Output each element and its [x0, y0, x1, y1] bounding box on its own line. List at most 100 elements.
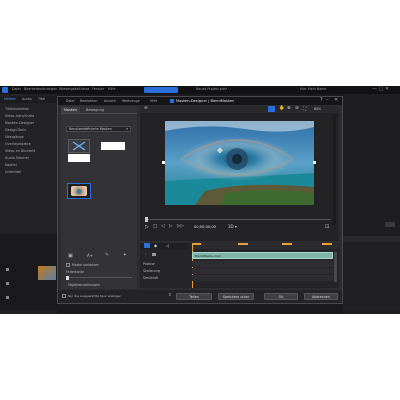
keyframe-lane[interactable] — [192, 275, 333, 281]
app-timeline-tracks — [343, 244, 400, 310]
sidebar-item[interactable]: Titelbibliothek — [5, 106, 29, 112]
preview-canvas[interactable]: ✥ — [165, 121, 314, 205]
menu-help[interactable]: Hilfe — [108, 87, 116, 91]
mask-settings-panel: Masken Bewegung Benutzerdefinierte Maske… — [61, 106, 137, 289]
menu-tools[interactable]: Extras — [79, 87, 89, 91]
add-keyframe-icon[interactable] — [144, 243, 150, 248]
edit-mode-button[interactable] — [144, 87, 178, 93]
mask-preset-bar[interactable] — [101, 142, 125, 150]
mask-clip[interactable]: BlendMaske.mp4 — [192, 252, 333, 259]
display-mode-icon[interactable]: 3D ▾ — [228, 224, 237, 229]
preview-horizontal-slider[interactable] — [145, 217, 331, 222]
app-logo-icon — [2, 87, 8, 93]
track-lock-icon[interactable] — [6, 268, 9, 271]
preview-vertical-scrollbar[interactable] — [333, 115, 336, 225]
mask-preset-white-rect[interactable] — [68, 154, 90, 162]
menu-playback[interactable]: Wiedergabe — [59, 87, 79, 91]
object-settings-header[interactable] — [61, 287, 137, 289]
panel-tabs: Masken Bewegung — [61, 107, 137, 114]
zoom-value[interactable]: 80% — [314, 107, 321, 111]
zoom-in-icon[interactable]: ⊕ — [287, 106, 291, 111]
feather-slider-handle[interactable] — [66, 275, 69, 280]
fit-view-icon[interactable]: ⛶ — [303, 106, 306, 112]
invert-mask-checkbox[interactable] — [66, 263, 70, 267]
remove-keyframe-icon[interactable]: ◆ — [154, 243, 157, 248]
dialog-menu-help[interactable]: Hilfe — [150, 99, 157, 103]
prev-keyframe-icon[interactable]: ◁ — [166, 243, 169, 248]
sidebar-item[interactable]: Untertitel — [5, 169, 21, 175]
brush-mask-icon[interactable]: ✎ — [105, 253, 109, 258]
sidebar-item[interactable]: Overlayobjekte — [5, 141, 31, 147]
sidebar-item[interactable]: Masken-Designer — [5, 120, 34, 126]
keyframe-lane[interactable] — [192, 261, 333, 267]
dialog-menu-tools[interactable]: Werkzeuge — [122, 99, 140, 103]
cancel-button[interactable]: Abbrechen — [304, 293, 338, 300]
zoom-out-icon[interactable]: ⊖ — [295, 106, 299, 111]
keyframe-lane[interactable] — [192, 268, 333, 274]
dialog-menu-edit[interactable]: Bearbeiten — [80, 99, 98, 103]
menu-file[interactable]: Datei — [12, 87, 21, 91]
dialog-menu-file[interactable]: Datei — [66, 99, 75, 103]
dialog-minimize-icon[interactable]: – — [326, 97, 329, 103]
save-as-button[interactable]: Speichern unter — [218, 293, 254, 300]
tab-motion[interactable]: Bewegung — [83, 107, 107, 113]
dialog-menu-view[interactable]: Ansicht — [104, 99, 116, 103]
ok-button[interactable]: OK — [264, 293, 298, 300]
track-lock-icon[interactable] — [6, 296, 9, 299]
dialog-titlebar: Datei Bearbeiten Ansicht Werkzeuge Hilfe… — [58, 97, 342, 105]
menu-window[interactable]: Fenster — [92, 87, 104, 91]
tab-media[interactable]: Medien — [4, 97, 16, 101]
shape-mask-icon[interactable]: ✦ — [123, 253, 127, 258]
selected-track-only-label: Nur die ausgewählte Spur anzeigen — [68, 294, 122, 298]
sidebar-item[interactable]: Kapitel — [5, 162, 17, 168]
fullscreen-icon[interactable]: ⊡ — [325, 224, 329, 230]
window-controls[interactable]: — ▢ ✕ — [372, 86, 389, 92]
resize-handle-right[interactable] — [313, 161, 316, 164]
track-row-clip: › BlendMaske.mp4 — [140, 252, 339, 259]
horizontal-slider-handle[interactable] — [145, 217, 148, 222]
dialog-help-icon[interactable]: ? — [320, 97, 323, 103]
select-tool-icon[interactable] — [268, 106, 275, 112]
mask-preset-none[interactable] — [68, 139, 90, 153]
image-mask-icon[interactable]: ▣ — [68, 253, 73, 259]
selected-track-only-checkbox[interactable] — [62, 294, 66, 298]
library-sidebar: Medien Audio Titel Titelbibliothek Video… — [0, 94, 57, 314]
text-mask-icon[interactable]: A+ — [87, 253, 93, 258]
menu-view[interactable]: Anzeigen — [42, 87, 57, 91]
add-mask-icon[interactable]: ⊕ — [144, 106, 148, 111]
previous-frame-icon[interactable]: ◁ — [161, 224, 164, 229]
zoom-control-icon[interactable] — [385, 222, 395, 227]
tab-audio[interactable]: Audio — [22, 97, 32, 101]
mask-preset-eye[interactable] — [67, 183, 91, 199]
play-icon[interactable]: ▷ — [145, 224, 149, 230]
feather-slider[interactable] — [66, 275, 132, 280]
track-expand-icon[interactable]: › — [145, 252, 146, 256]
tab-titles[interactable]: Titel — [38, 97, 45, 101]
sidebar-item[interactable]: Video im Blickfeld — [5, 148, 35, 154]
invert-mask-label: Maske umkehren — [72, 263, 100, 267]
resize-handle-left[interactable] — [162, 161, 165, 164]
timeline-ruler[interactable] — [192, 243, 338, 288]
ruler-tick — [193, 243, 201, 245]
sidebar-tabs: Medien Audio Titel — [0, 96, 57, 103]
sidebar-item[interactable]: Audio-Mischer — [5, 155, 29, 161]
hand-tool-icon[interactable]: ✋ — [279, 106, 285, 111]
timecode-display: 00;00;00;00 — [194, 225, 216, 229]
user-name: Hier Mein Name — [300, 87, 327, 91]
sidebar-item[interactable]: Übergänge — [5, 134, 24, 140]
fast-forward-icon[interactable]: ▷▷ — [177, 224, 184, 229]
menu-edit[interactable]: Bearbeiten — [24, 87, 42, 91]
share-icon[interactable]: ⇪ — [168, 293, 172, 298]
next-frame-icon[interactable]: ▷ — [169, 224, 172, 229]
sidebar-item[interactable]: Design-Tools — [5, 127, 26, 133]
mask-type-dropdown[interactable]: Benutzerdefinierte Masken ▾ — [66, 126, 131, 132]
keyframe-scrollbar[interactable] — [334, 252, 337, 282]
tab-masks[interactable]: Masken — [61, 107, 80, 113]
dialog-close-icon[interactable]: ✕ — [334, 97, 338, 103]
stop-icon[interactable]: □ — [153, 224, 157, 229]
object-settings-label[interactable]: Objekteinstellungen — [68, 283, 100, 287]
share-button[interactable]: Teilen — [176, 293, 212, 300]
sidebar-item[interactable]: Video-Intro/Outro — [5, 113, 34, 119]
track-lock-icon[interactable] — [6, 282, 9, 285]
ruler-tick — [238, 243, 248, 245]
